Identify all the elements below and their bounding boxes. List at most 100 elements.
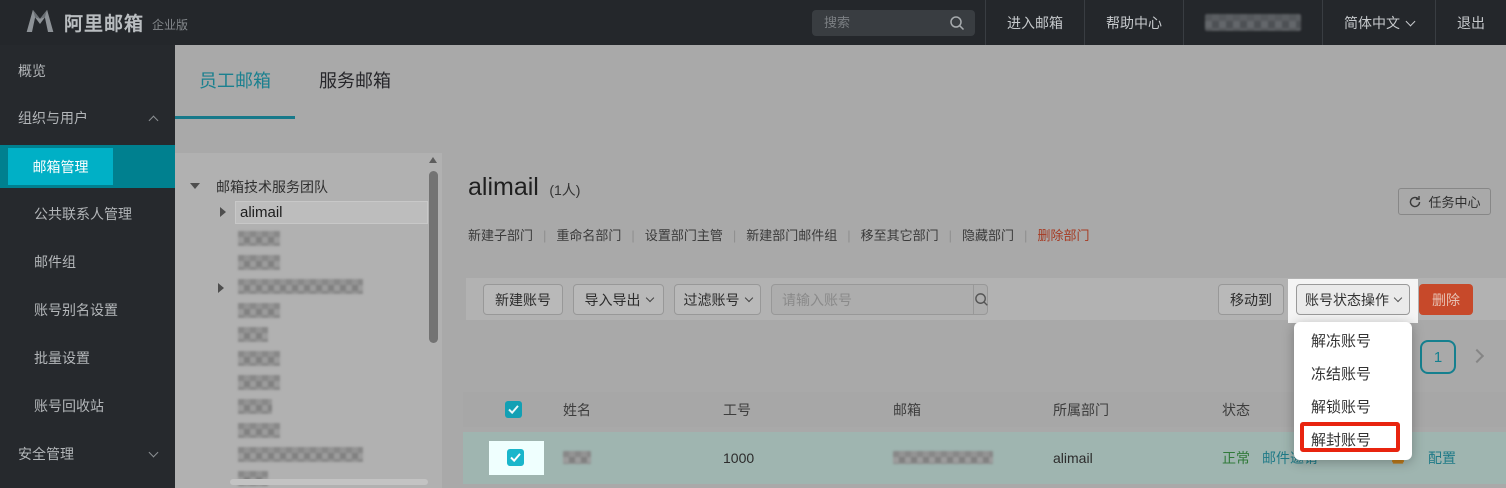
chevron-down-icon <box>744 294 752 302</box>
action-new-dept-mailgroup[interactable]: 新建部门邮件组 <box>746 225 860 244</box>
col-email: 邮箱 <box>893 400 921 420</box>
cell-department: alimail <box>1053 450 1093 466</box>
tree-node-alimail[interactable]: alimail <box>235 201 428 224</box>
sidebar-item-overview[interactable]: 概览 <box>0 60 175 82</box>
global-search <box>812 10 975 36</box>
enter-mailbox-link[interactable]: 进入邮箱 <box>985 0 1084 45</box>
col-department: 所属部门 <box>1053 400 1109 420</box>
scrollbar-thumb[interactable] <box>429 171 438 343</box>
tree-item-redacted[interactable] <box>238 231 280 246</box>
search-icon <box>974 292 989 307</box>
department-name: alimail <box>468 173 539 201</box>
page-title: alimail (1人) <box>468 173 580 202</box>
action-delete-department[interactable]: 删除部门 <box>1037 225 1089 244</box>
tab-employee-mailbox[interactable]: 员工邮箱 <box>175 67 295 93</box>
help-center-link[interactable]: 帮助中心 <box>1084 0 1183 45</box>
action-new-subdepartment[interactable]: 新建子部门 <box>468 225 556 244</box>
scroll-up-icon[interactable] <box>429 157 437 163</box>
employee-email-redacted <box>893 451 993 464</box>
sidebar: 概览 组织与用户 邮箱管理 公共联系人管理 邮件组 账号别名设置 批量设置 账号… <box>0 45 175 488</box>
search-icon[interactable] <box>949 15 965 31</box>
sidebar-item-account-recycle[interactable]: 账号回收站 <box>0 395 175 417</box>
content-area: 员工邮箱 服务邮箱 邮箱技术服务团队 alimail <box>175 45 1506 488</box>
new-account-button[interactable]: 新建账号 <box>483 284 563 315</box>
action-set-manager[interactable]: 设置部门主管 <box>645 225 746 244</box>
tree-item-redacted[interactable] <box>238 447 363 462</box>
tree-item-redacted[interactable] <box>238 303 280 318</box>
account-menu[interactable] <box>1183 0 1322 45</box>
action-hide-department[interactable]: 隐藏部门 <box>962 225 1037 244</box>
filter-account-dropdown[interactable]: 过滤账号 <box>674 284 761 315</box>
import-export-dropdown[interactable]: 导入导出 <box>573 284 664 315</box>
member-count: (1人) <box>549 182 580 198</box>
topbar-right: 进入邮箱 帮助中心 简体中文 退出 <box>812 0 1506 45</box>
employee-name-redacted <box>563 451 591 464</box>
menu-item-unlock-account[interactable]: 解锁账号 <box>1294 391 1412 424</box>
topbar: 阿里邮箱 企业版 进入邮箱 帮助中心 简体中文 退出 <box>0 0 1506 45</box>
brand: 阿里邮箱 企业版 <box>0 7 188 39</box>
task-center-button[interactable]: 任务中心 <box>1398 188 1491 215</box>
cell-job-id: 1000 <box>723 450 754 466</box>
sidebar-item-alias-settings[interactable]: 账号别名设置 <box>0 299 175 321</box>
move-to-button[interactable]: 移动到 <box>1218 284 1284 315</box>
col-name: 姓名 <box>563 400 591 420</box>
chevron-down-icon <box>645 294 653 302</box>
tree-item-redacted[interactable] <box>238 375 280 390</box>
tree-item-redacted[interactable] <box>238 255 280 270</box>
tree-horizontal-scrollbar[interactable] <box>230 479 428 485</box>
menu-item-freeze-account[interactable]: 冻结账号 <box>1294 358 1412 391</box>
chevron-down-icon <box>1394 294 1402 302</box>
action-rename-department[interactable]: 重命名部门 <box>556 225 644 244</box>
account-search <box>771 284 988 315</box>
sidebar-item-mail-groups[interactable]: 邮件组 <box>0 251 175 273</box>
sidebar-item-mailbox-management[interactable]: 邮箱管理 <box>0 145 175 188</box>
sidebar-item-public-contacts[interactable]: 公共联系人管理 <box>0 203 175 225</box>
chevron-down-icon <box>149 448 159 458</box>
status-ops-highlight: 账号状态操作 <box>1288 279 1418 323</box>
action-move-to-other-dept[interactable]: 移至其它部门 <box>861 225 962 244</box>
department-tree-panel: 邮箱技术服务团队 alimail <box>175 153 442 488</box>
sidebar-group-org-users[interactable]: 组织与用户 <box>0 107 175 129</box>
menu-item-unfreeze-account[interactable]: 解冻账号 <box>1294 325 1412 358</box>
logout-button[interactable]: 退出 <box>1435 0 1506 45</box>
account-status-ops-dropdown[interactable]: 账号状态操作 <box>1296 284 1410 315</box>
tree-item-redacted[interactable] <box>238 279 363 294</box>
brand-name: 阿里邮箱 <box>64 9 144 36</box>
department-actions: 新建子部门 重命名部门 设置部门主管 新建部门邮件组 移至其它部门 隐藏部门 删… <box>468 225 1089 244</box>
account-name-redacted <box>1205 14 1301 31</box>
tree-collapse-icon[interactable] <box>220 207 226 217</box>
language-menu[interactable]: 简体中文 <box>1322 0 1435 45</box>
tab-service-mailbox[interactable]: 服务邮箱 <box>315 67 395 93</box>
delete-button[interactable]: 删除 <box>1419 284 1473 315</box>
tree-scrollbar[interactable] <box>429 157 438 484</box>
tree-item-redacted[interactable] <box>238 351 280 366</box>
tree-expand-icon[interactable] <box>190 183 200 189</box>
sidebar-item-batch-settings[interactable]: 批量设置 <box>0 347 175 369</box>
account-search-button[interactable] <box>973 285 989 314</box>
page-1-button[interactable]: 1 <box>1420 340 1456 374</box>
chevron-up-icon <box>149 115 159 125</box>
sidebar-group-security[interactable]: 安全管理 <box>0 443 175 465</box>
account-search-input[interactable] <box>772 285 973 314</box>
brand-edition-badge: 企业版 <box>152 16 188 33</box>
status-ops-menu: 解冻账号 冻结账号 解锁账号 解封账号 <box>1294 322 1412 460</box>
tree-item-redacted[interactable] <box>238 327 268 342</box>
refresh-icon <box>1408 195 1422 209</box>
config-link[interactable]: 配置 <box>1428 448 1456 468</box>
tree-root-node[interactable]: 邮箱技术服务团队 <box>216 177 328 197</box>
tree-collapse-icon[interactable] <box>218 283 224 293</box>
col-job-id: 工号 <box>723 400 751 420</box>
col-status: 状态 <box>1222 400 1250 420</box>
alimail-logo-icon <box>24 7 56 39</box>
select-all-checkbox[interactable] <box>505 401 522 418</box>
menu-item-unban-account[interactable]: 解封账号 <box>1294 424 1412 457</box>
status-badge: 正常 <box>1222 448 1250 468</box>
language-label: 简体中文 <box>1344 13 1400 33</box>
next-page-icon[interactable] <box>1470 349 1484 363</box>
alimail-admin-console: 阿里邮箱 企业版 进入邮箱 帮助中心 简体中文 退出 <box>0 0 1506 488</box>
active-tab-underline <box>175 116 295 119</box>
tree-item-redacted[interactable] <box>238 423 280 438</box>
row-checkbox[interactable] <box>507 449 524 466</box>
tree-item-redacted[interactable] <box>238 399 272 414</box>
chevron-down-icon <box>1406 16 1416 26</box>
